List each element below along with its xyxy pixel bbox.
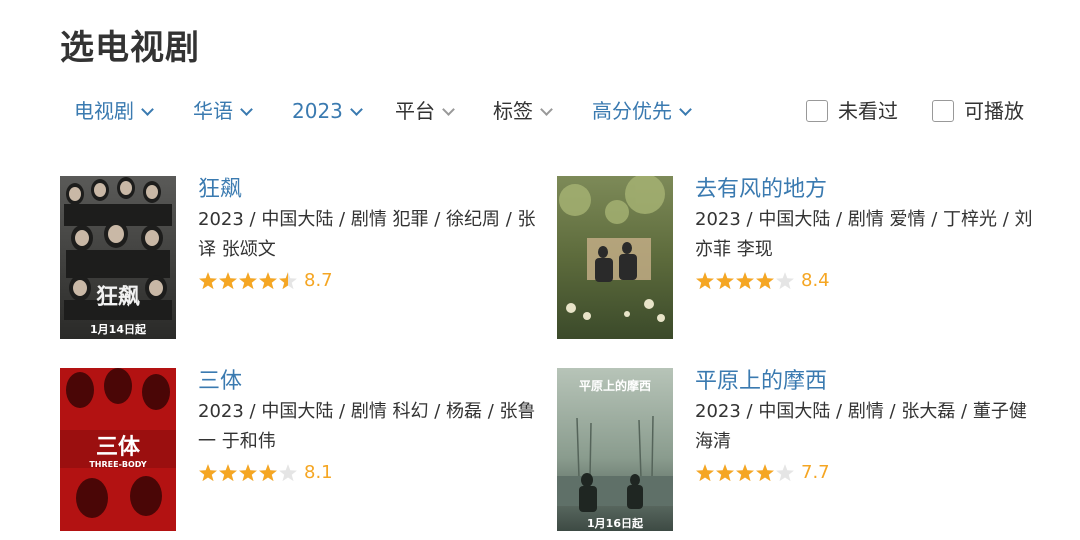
star-empty-icon [776, 271, 794, 289]
filter-region-dropdown[interactable]: 华语 [193, 96, 253, 126]
filter-tag-label: 标签 [493, 99, 533, 123]
poster-title: 三体 [96, 435, 141, 460]
show-card: 狂飙 1月14日起 狂飙 2023 / 中国大陆 / 剧情 犯罪 / 徐纪周 /… [60, 176, 540, 341]
poster-caption: 1月14日起 [90, 322, 147, 336]
show-poster[interactable]: 平原上的摩西 1月16日起 [557, 368, 673, 531]
star-full-icon [219, 463, 237, 481]
show-title-link[interactable]: 三体 [198, 368, 540, 396]
show-meta: 2023 / 中国大陆 / 剧情 / 张大磊 / 董子健 海清 [695, 401, 1027, 452]
chevron-down-icon [350, 103, 363, 116]
show-title-link[interactable]: 狂飙 [198, 176, 540, 204]
poster-title: 狂飙 [96, 285, 140, 310]
star-full-icon [716, 463, 734, 481]
show-meta: 2023 / 中国大陆 / 剧情 犯罪 / 徐纪周 / 张译 张颂文 [198, 209, 536, 260]
star-rating [695, 463, 795, 483]
chevron-down-icon [442, 103, 455, 116]
filter-sort-dropdown[interactable]: 高分优先 [592, 96, 692, 126]
checkbox-box[interactable] [932, 99, 954, 122]
star-rating [198, 463, 298, 483]
show-meta: 2023 / 中国大陆 / 剧情 科幻 / 杨磊 / 张鲁一 于和伟 [198, 401, 536, 452]
poster-subtitle: THREE-BODY [89, 460, 147, 469]
show-info: 平原上的摩西 2023 / 中国大陆 / 剧情 / 张大磊 / 董子健 海清 7… [695, 368, 1037, 484]
rating-score: 8.4 [801, 269, 830, 291]
show-info: 三体 2023 / 中国大陆 / 剧情 科幻 / 杨磊 / 张鲁一 于和伟 8.… [198, 368, 540, 484]
checkbox-box[interactable] [806, 99, 828, 122]
star-full-icon [736, 463, 754, 481]
filter-type-dropdown[interactable]: 电视剧 [74, 96, 154, 126]
rating-score: 7.7 [801, 461, 830, 483]
filter-tag-dropdown[interactable]: 标签 [493, 96, 553, 126]
rating-score: 8.7 [304, 269, 333, 291]
star-full-icon [716, 271, 734, 289]
filter-bar: 电视剧 华语 2023 平台 标签 高分优先 未看过 可播放 [60, 96, 1040, 126]
chevron-down-icon [141, 103, 154, 116]
show-meta: 2023 / 中国大陆 / 剧情 爱情 / 丁梓光 / 刘亦菲 李现 [695, 209, 1033, 260]
star-rating [198, 271, 298, 291]
filter-platform-dropdown[interactable]: 平台 [395, 96, 455, 126]
chevron-down-icon [240, 103, 253, 116]
filter-year-dropdown[interactable]: 2023 [292, 96, 363, 126]
show-info: 狂飙 2023 / 中国大陆 / 剧情 犯罪 / 徐纪周 / 张译 张颂文 8.… [198, 176, 540, 292]
poster-caption: 1月16日起 [587, 516, 644, 530]
filter-sort-label: 高分优先 [592, 99, 672, 123]
star-rating [695, 271, 795, 291]
star-full-icon [219, 271, 237, 289]
show-card: 平原上的摩西 1月16日起 平原上的摩西 2023 / 中国大陆 / 剧情 / … [557, 368, 1037, 533]
star-full-icon [756, 271, 774, 289]
show-rating: 8.4 [695, 268, 1037, 292]
show-rating: 7.7 [695, 460, 1037, 484]
star-full-icon [736, 271, 754, 289]
poster-title: 平原上的摩西 [579, 378, 651, 393]
show-rating: 8.7 [198, 268, 540, 292]
playable-checkbox[interactable]: 可播放 [932, 96, 1024, 126]
star-full-icon [239, 271, 257, 289]
star-full-icon [696, 463, 714, 481]
page-title: 选电视剧 [60, 28, 200, 68]
star-full-icon [696, 271, 714, 289]
star-rating-graphic [696, 463, 794, 481]
star-full-icon [259, 463, 277, 481]
star-rating-graphic [199, 463, 297, 481]
show-info: 去有风的地方 2023 / 中国大陆 / 剧情 爱情 / 丁梓光 / 刘亦菲 李… [695, 176, 1037, 292]
star-empty-icon [776, 463, 794, 481]
star-full-icon [199, 271, 217, 289]
star-full-icon [756, 463, 774, 481]
filter-platform-label: 平台 [395, 99, 435, 123]
chevron-down-icon [540, 103, 553, 116]
show-poster[interactable]: 三体 THREE-BODY [60, 368, 176, 531]
show-title-link[interactable]: 去有风的地方 [695, 176, 1037, 204]
unwatched-label: 未看过 [838, 99, 898, 123]
show-card: 去有风的地方 2023 / 中国大陆 / 剧情 爱情 / 丁梓光 / 刘亦菲 李… [557, 176, 1037, 341]
filter-region-label: 华语 [193, 99, 233, 123]
show-poster[interactable]: 狂飙 1月14日起 [60, 176, 176, 339]
filter-type-label: 电视剧 [74, 99, 134, 123]
show-title-link[interactable]: 平原上的摩西 [695, 368, 1037, 396]
chevron-down-icon [679, 103, 692, 116]
star-rating-graphic [696, 271, 794, 289]
show-card: 三体 THREE-BODY 三体 2023 / 中国大陆 / 剧情 科幻 / 杨… [60, 368, 540, 533]
star-full-icon [259, 271, 277, 289]
star-rating-graphic [199, 271, 297, 289]
unwatched-checkbox[interactable]: 未看过 [806, 96, 898, 126]
star-full-icon [239, 463, 257, 481]
star-empty-icon [279, 463, 297, 481]
show-rating: 8.1 [198, 460, 540, 484]
playable-label: 可播放 [964, 99, 1024, 123]
rating-score: 8.1 [304, 461, 333, 483]
page: 选电视剧 电视剧 华语 2023 平台 标签 高分优先 未看过 可播放 狂飙 1… [0, 0, 1080, 540]
show-poster[interactable] [557, 176, 673, 339]
filter-year-label: 2023 [292, 99, 343, 123]
star-full-icon [199, 463, 217, 481]
